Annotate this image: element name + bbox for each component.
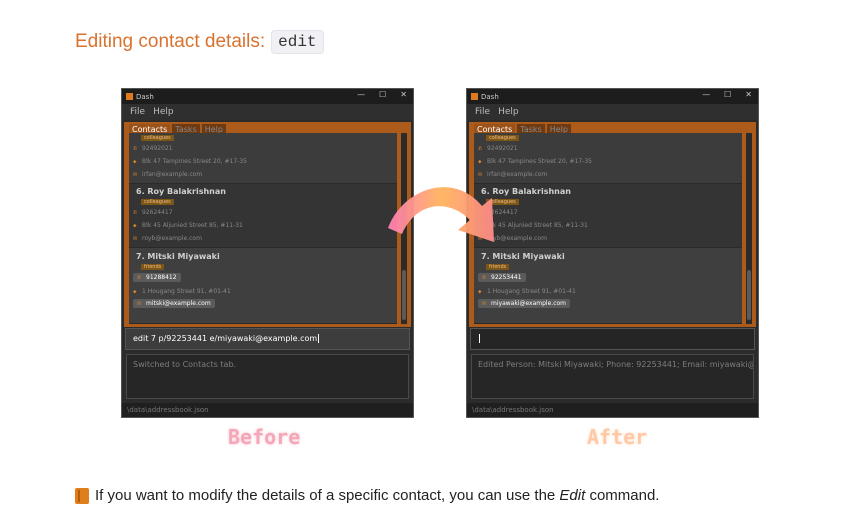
status-bar: \data\addressbook.json (122, 403, 413, 417)
command-input[interactable] (470, 328, 755, 350)
location-icon: ⬥ (478, 289, 482, 295)
contact-card-selected[interactable]: 7. Mitski Miyawaki friends ✆ 92253441 ⬥ 1 … (474, 248, 742, 324)
menu-help[interactable]: Help (498, 107, 519, 117)
contact-phone: ✆ 92253441 (478, 273, 526, 282)
app-icon (126, 93, 133, 100)
phone-icon: ✆ (137, 275, 142, 281)
phone-icon: ✆ (133, 146, 138, 152)
contact-email: ✉ miyawaki@example.com (478, 299, 571, 308)
close-icon[interactable]: ✕ (400, 90, 407, 99)
window-title: Dash (481, 92, 499, 101)
note-text: If you want to modify the details of a s… (95, 487, 660, 504)
contact-card[interactable]: colleagues ✆ 92492021 ⬥ Blk 47 Tampines St… (474, 133, 742, 184)
menu-file[interactable]: File (475, 107, 490, 117)
contact-address: ⬥Blk 45 Aljunied Street 85, #11-31 (133, 222, 243, 229)
contact-phone: ✆ 92492021 (478, 145, 518, 152)
scrollbar-thumb[interactable] (402, 270, 406, 320)
text-caret (318, 334, 320, 343)
contact-tag: colleagues (486, 135, 519, 141)
minimize-icon[interactable]: — (702, 90, 710, 99)
contact-phone: ✆ 92492021 (133, 145, 173, 152)
location-icon: ⬥ (478, 159, 482, 165)
maximize-icon[interactable]: ☐ (379, 90, 386, 99)
contact-address: ⬥ Blk 47 Tampines Street 20, #17-35 (133, 158, 247, 165)
before-label: Before (228, 425, 301, 449)
contact-phone: ✆ 91288412 (133, 273, 181, 282)
title-bar: Dash — ☐ ✕ (122, 89, 413, 104)
contact-name: 6. Roy Balakrishnan (136, 187, 226, 196)
location-icon: ⬥ (133, 223, 137, 229)
close-icon[interactable]: ✕ (745, 90, 752, 99)
contact-cards[interactable]: colleagues ✆ 92492021 ⬥ Blk 47 Tampines St… (129, 133, 397, 324)
status-bar: \data\addressbook.json (467, 403, 758, 417)
heading-text: Editing contact details: (75, 31, 266, 52)
result-display: Switched to Contacts tab. (126, 354, 409, 399)
menu-bar: File Help (122, 104, 413, 120)
contact-address: ⬥ 1 Hougang Street 91, #01-41 (133, 288, 231, 295)
contact-cards[interactable]: colleagues ✆ 92492021 ⬥ Blk 47 Tampines St… (474, 133, 742, 324)
email-icon: ✉ (137, 301, 142, 307)
after-label: After (587, 425, 648, 449)
contact-list-panel: Contacts Tasks Help colleagues ✆ 92492021… (469, 122, 756, 327)
contact-phone: ✆92624417 (133, 209, 173, 216)
email-icon: ✉ (482, 301, 487, 307)
menu-help[interactable]: Help (153, 107, 174, 117)
contact-tag: colleagues (141, 199, 174, 205)
curved-arrow-icon (388, 187, 494, 242)
contact-name: 7. Mitski Miyawaki (136, 252, 220, 261)
contact-card[interactable]: colleagues ✆ 92492021 ⬥ Blk 47 Tampines St… (129, 133, 397, 184)
minimize-icon[interactable]: — (357, 90, 365, 99)
phone-icon: ✆ (133, 210, 138, 216)
contact-address: ⬥ Blk 47 Tampines Street 20, #17-35 (478, 158, 592, 165)
menu-file[interactable]: File (130, 107, 145, 117)
section-heading: Editing contact details: edit (75, 30, 324, 54)
contact-email: ✉ mitski@example.com (133, 299, 215, 308)
app-window-before: Dash — ☐ ✕ File Help Contacts Tasks Help… (121, 88, 414, 418)
contact-list-panel: Contacts Tasks Help colleagues ✆ 92492021… (124, 122, 411, 327)
contact-email: ✉ royb@example.com (133, 235, 202, 242)
scrollbar-thumb[interactable] (747, 270, 751, 320)
maximize-icon[interactable]: ☐ (724, 90, 731, 99)
contact-card[interactable]: 6. Roy Balakrishnan colleagues ✆92624417… (129, 184, 397, 248)
scrollbar[interactable] (746, 133, 752, 324)
contact-email: ✉ irfan@example.com (133, 171, 203, 178)
contact-tag: friends (486, 264, 510, 270)
contact-tag: colleagues (141, 135, 174, 141)
contact-address: ⬥ 1 Hougang Street 91, #01-41 (478, 288, 576, 295)
contact-card-selected[interactable]: 7. Mitski Miyawaki friends ✆ 91288412 ⬥ 1 … (129, 248, 397, 324)
contact-tag: friends (141, 264, 165, 270)
title-bar: Dash — ☐ ✕ (467, 89, 758, 104)
menu-bar: File Help (467, 104, 758, 120)
app-icon (471, 93, 478, 100)
phone-icon: ✆ (478, 146, 483, 152)
book-icon (75, 487, 89, 504)
contact-card[interactable]: 6. Roy Balakrishnan colleagues ✆92624417… (474, 184, 742, 248)
text-caret (479, 334, 480, 343)
note-paragraph: If you want to modify the details of a s… (75, 487, 659, 504)
location-icon: ⬥ (133, 159, 137, 165)
location-icon: ⬥ (133, 289, 137, 295)
edit-command-code: edit (271, 30, 324, 54)
note-emphasis: Edit (559, 487, 586, 504)
command-input[interactable]: edit 7 p/92253441 e/miyawaki@example.com (125, 328, 410, 350)
email-icon: ✉ (133, 172, 138, 178)
window-title: Dash (136, 92, 154, 101)
email-icon: ✉ (133, 236, 138, 242)
result-display: Edited Person: Mitski Miyawaki; Phone: 9… (471, 354, 754, 399)
phone-icon: ✆ (482, 275, 487, 281)
